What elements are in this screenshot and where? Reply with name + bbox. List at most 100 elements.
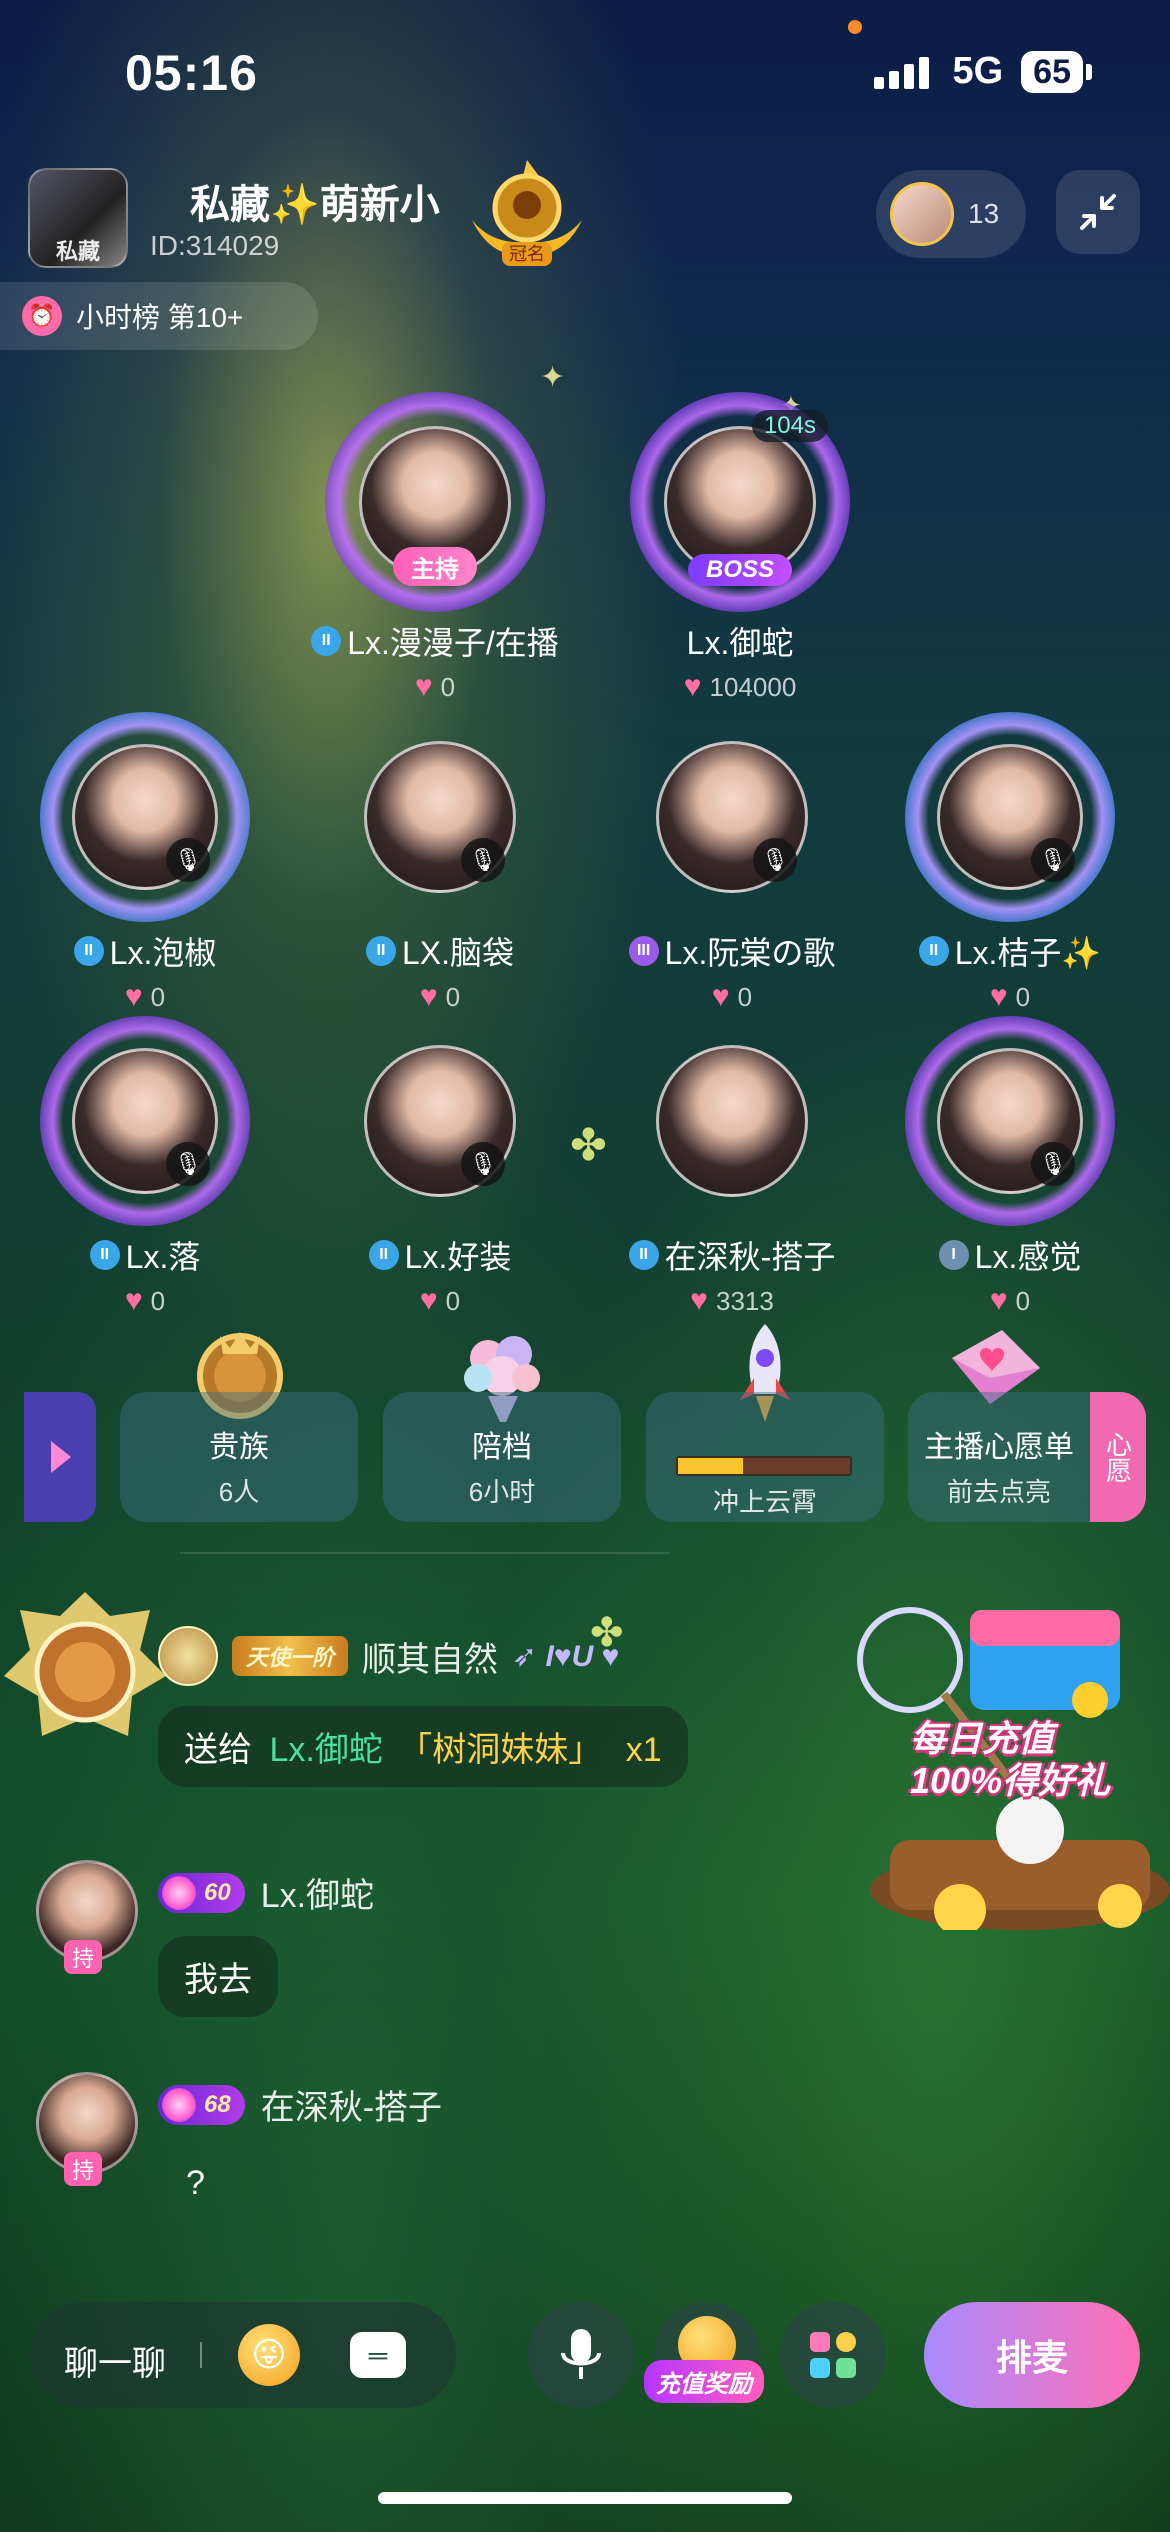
- seat-score: 0: [737, 981, 753, 1012]
- seat-name: Lx.阮棠の歌: [664, 935, 836, 971]
- crown-label: 冠名: [509, 244, 545, 265]
- daily-recharge-promo[interactable]: 每日充值 100%得好礼: [850, 1590, 1170, 1930]
- level-icon: II: [918, 936, 949, 966]
- chat-header: 60 Lx.御蛇: [158, 1868, 374, 1917]
- wishlist-card[interactable]: 主播心愿单 前去点亮 心愿: [908, 1392, 1146, 1522]
- seat-name: Lx.桔子✨: [954, 935, 1102, 971]
- level-icon: II: [365, 936, 396, 966]
- avatar-frame: 🎙: [335, 712, 545, 922]
- seat-7[interactable]: II 在深秋-搭子 ♥ 3313: [597, 1016, 867, 1318]
- seat-name: Lx.漫漫子/在播: [347, 625, 559, 661]
- seat-4[interactable]: 🎙 II Lx.桔子✨ ♥ 0: [875, 712, 1145, 1014]
- avatar-frame: 104s BOSS: [630, 392, 850, 612]
- level-icon: II: [73, 936, 104, 966]
- seat-score: 0: [445, 981, 461, 1012]
- heart-icon: ♥: [711, 980, 730, 1013]
- hourly-rank-button[interactable]: ⏰ 小时榜 第10+: [0, 282, 318, 350]
- seat-score: 0: [445, 1285, 461, 1316]
- rocket-progress-fill: [678, 1458, 744, 1474]
- level-orb-icon: [162, 2087, 196, 2122]
- side-panel-toggle[interactable]: [24, 1392, 96, 1522]
- divider: [200, 2342, 202, 2368]
- room-id: ID:314029: [150, 230, 280, 261]
- heart-icon: ♥: [124, 1284, 143, 1317]
- wishlist-subtitle: 前去点亮: [946, 1477, 1051, 1507]
- seat-6[interactable]: 🎙 II Lx.好装 ♥ 0: [305, 1016, 575, 1318]
- seat-host[interactable]: 主持 II Lx.漫漫子/在播 ♥ 0: [300, 392, 570, 704]
- seat-name: Lx.御蛇: [686, 625, 794, 661]
- noble-title: 贵族: [209, 1431, 269, 1464]
- heart-icon: ♥: [419, 1284, 438, 1317]
- signal-icon: [874, 55, 934, 89]
- accompany-card[interactable]: 陪档 6小时: [383, 1392, 621, 1522]
- chat-username[interactable]: 在深秋-搭子: [261, 2080, 442, 2129]
- rocket-title: 冲上云霄: [712, 1487, 817, 1517]
- seat-name: Lx.泡椒: [109, 935, 217, 971]
- level-orb-icon: [162, 1875, 196, 1910]
- home-indicator[interactable]: [378, 2492, 792, 2504]
- level-icon: I: [938, 1240, 969, 1270]
- avatar-frame: 🎙: [905, 1016, 1115, 1226]
- microphone-icon: [561, 2329, 601, 2379]
- join-mic-queue-button[interactable]: 排麦: [924, 2302, 1140, 2408]
- minimize-icon[interactable]: [1056, 170, 1140, 254]
- crown-badge[interactable]: 冠名: [452, 160, 602, 270]
- recharge-reward-label: 充值奖励: [644, 2360, 764, 2403]
- wishlist-title: 主播心愿单: [924, 1431, 1074, 1464]
- microphone-button[interactable]: [528, 2302, 634, 2408]
- gift-sender-name[interactable]: 顺其自然: [362, 1632, 498, 1681]
- heart-icon: ♥: [124, 980, 143, 1013]
- recording-indicator: [848, 20, 862, 34]
- status-indicators: 5G 65: [874, 50, 1092, 93]
- wishlist-tab[interactable]: 心愿: [1090, 1392, 1146, 1522]
- seat-name: Lx.感觉: [974, 1239, 1082, 1275]
- heart-icon: ♥: [989, 1284, 1008, 1317]
- seat-1[interactable]: 🎙 II Lx.泡椒 ♥ 0: [10, 712, 280, 1014]
- avatar: [656, 1045, 808, 1197]
- seat-name: LX.脑袋: [401, 935, 515, 971]
- mic-muted-icon: 🎙: [1031, 838, 1075, 882]
- sparkle-icon: ✦: [540, 361, 566, 394]
- avatar-frame: 🎙: [335, 1016, 545, 1226]
- hourly-rank-text: 小时榜 第10+: [76, 302, 244, 333]
- medal-icon: [158, 1626, 218, 1686]
- accompany-title: 陪档: [472, 1431, 532, 1464]
- heart-arrow-icon: ➶ I♥U ♥: [512, 1639, 620, 1673]
- rocket-progress-bar: [676, 1456, 852, 1476]
- rocket-card[interactable]: 冲上云霄: [646, 1392, 884, 1522]
- viewer-list-button[interactable]: 13: [876, 170, 1026, 258]
- emoji-icon[interactable]: 😜: [238, 2324, 300, 2386]
- host-role-badge: 持: [64, 1940, 102, 1974]
- seat-3[interactable]: 🎙 III Lx.阮棠の歌 ♥ 0: [597, 712, 867, 1014]
- message-icon[interactable]: ═: [350, 2332, 406, 2378]
- heart-icon: ♥: [989, 980, 1008, 1013]
- seat-score: 104000: [709, 671, 797, 702]
- seat-timer: 104s: [751, 410, 828, 442]
- seat-boss[interactable]: 104s BOSS Lx.御蛇 ♥ 104000: [605, 392, 875, 704]
- chat-input-bar[interactable]: 聊一聊 😜 ═: [30, 2302, 456, 2408]
- angel-badge: 天使一阶: [232, 1636, 349, 1676]
- avatar-frame: 🎙: [40, 1016, 250, 1226]
- heart-icon: ♥: [690, 1284, 708, 1317]
- level-icon: II: [368, 1240, 399, 1270]
- chat-input-placeholder[interactable]: 聊一聊: [64, 2336, 166, 2385]
- avatar-frame: 主持: [325, 392, 545, 612]
- network-type: 5G: [952, 50, 1004, 92]
- avatar-frame: 🎙: [627, 712, 837, 922]
- room-title[interactable]: 私藏✨萌新小: [190, 172, 440, 230]
- gift-sender-row: 天使一阶 顺其自然 ➶ I♥U ♥: [158, 1626, 619, 1686]
- heart-icon: ♥: [683, 670, 702, 703]
- seat-8[interactable]: 🎙 I Lx.感觉 ♥ 0: [875, 1016, 1145, 1318]
- gift-receiver[interactable]: Lx.御蛇: [269, 1731, 382, 1769]
- mic-muted-icon: 🎙: [753, 838, 797, 882]
- chat-header: 68 在深秋-搭子: [158, 2080, 442, 2129]
- more-apps-button[interactable]: [780, 2302, 886, 2408]
- seat-5[interactable]: 🎙 II Lx.落 ♥ 0: [10, 1016, 280, 1318]
- user-level-badge: 60: [158, 1872, 245, 1913]
- chat-username[interactable]: Lx.御蛇: [261, 1868, 374, 1917]
- seat-score: 0: [1015, 981, 1031, 1012]
- seat-2[interactable]: 🎙 II LX.脑袋 ♥ 0: [305, 712, 575, 1014]
- noble-avatar-frame: [4, 1592, 166, 1736]
- noble-card[interactable]: 贵族 6人: [120, 1392, 358, 1522]
- room-avatar[interactable]: 私藏: [28, 168, 128, 268]
